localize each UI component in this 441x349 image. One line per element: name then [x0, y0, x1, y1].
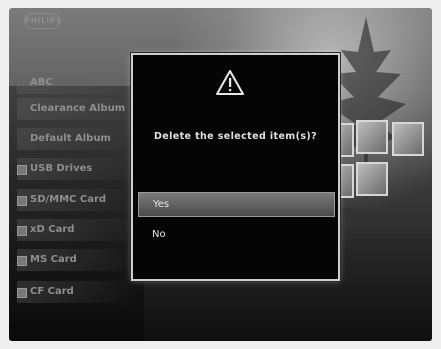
screen: PHILIPS ABC Clearance Album Default Albu…: [9, 8, 432, 341]
menu-item[interactable]: ABC: [17, 72, 139, 94]
menu-item-label: Clearance Album: [30, 103, 126, 114]
card-icon: [17, 226, 27, 236]
card-icon: [17, 196, 27, 206]
menu-item[interactable]: Clearance Album: [17, 98, 139, 120]
album-source-menu: ABC Clearance Album Default Album USB Dr…: [9, 72, 144, 341]
menu-item[interactable]: xD Card: [17, 219, 139, 241]
photo-thumbnail[interactable]: [356, 162, 388, 196]
yes-option[interactable]: Yes: [138, 192, 335, 217]
card-icon: [17, 256, 27, 266]
drive-icon: [17, 165, 27, 175]
menu-item-label: ABC: [30, 77, 53, 88]
menu-item-label: xD Card: [30, 224, 75, 235]
photo-thumbnail[interactable]: [392, 122, 424, 156]
photo-thumbnail[interactable]: [356, 120, 388, 154]
menu-item[interactable]: Default Album: [17, 128, 139, 150]
menu-item[interactable]: SD/MMC Card: [17, 189, 139, 211]
device-bezel: PHILIPS ABC Clearance Album Default Albu…: [0, 0, 441, 349]
menu-item-label: CF Card: [30, 286, 74, 297]
card-icon: [17, 288, 27, 298]
delete-confirm-dialog: Delete the selected item(s)? Yes No: [131, 53, 340, 281]
brand-logo: PHILIPS: [24, 13, 61, 29]
warning-triangle-icon: [216, 70, 244, 95]
menu-item[interactable]: MS Card: [17, 249, 139, 271]
menu-item-label: Default Album: [30, 133, 111, 144]
menu-item-label: MS Card: [30, 254, 77, 265]
dialog-message: Delete the selected item(s)?: [153, 131, 318, 142]
no-label: No: [152, 229, 166, 240]
no-option[interactable]: No: [138, 223, 333, 246]
menu-item[interactable]: USB Drives: [17, 158, 139, 180]
yes-label: Yes: [153, 199, 170, 210]
menu-item[interactable]: CF Card: [17, 281, 139, 303]
menu-item-label: SD/MMC Card: [30, 194, 107, 205]
menu-item-label: USB Drives: [30, 163, 93, 174]
